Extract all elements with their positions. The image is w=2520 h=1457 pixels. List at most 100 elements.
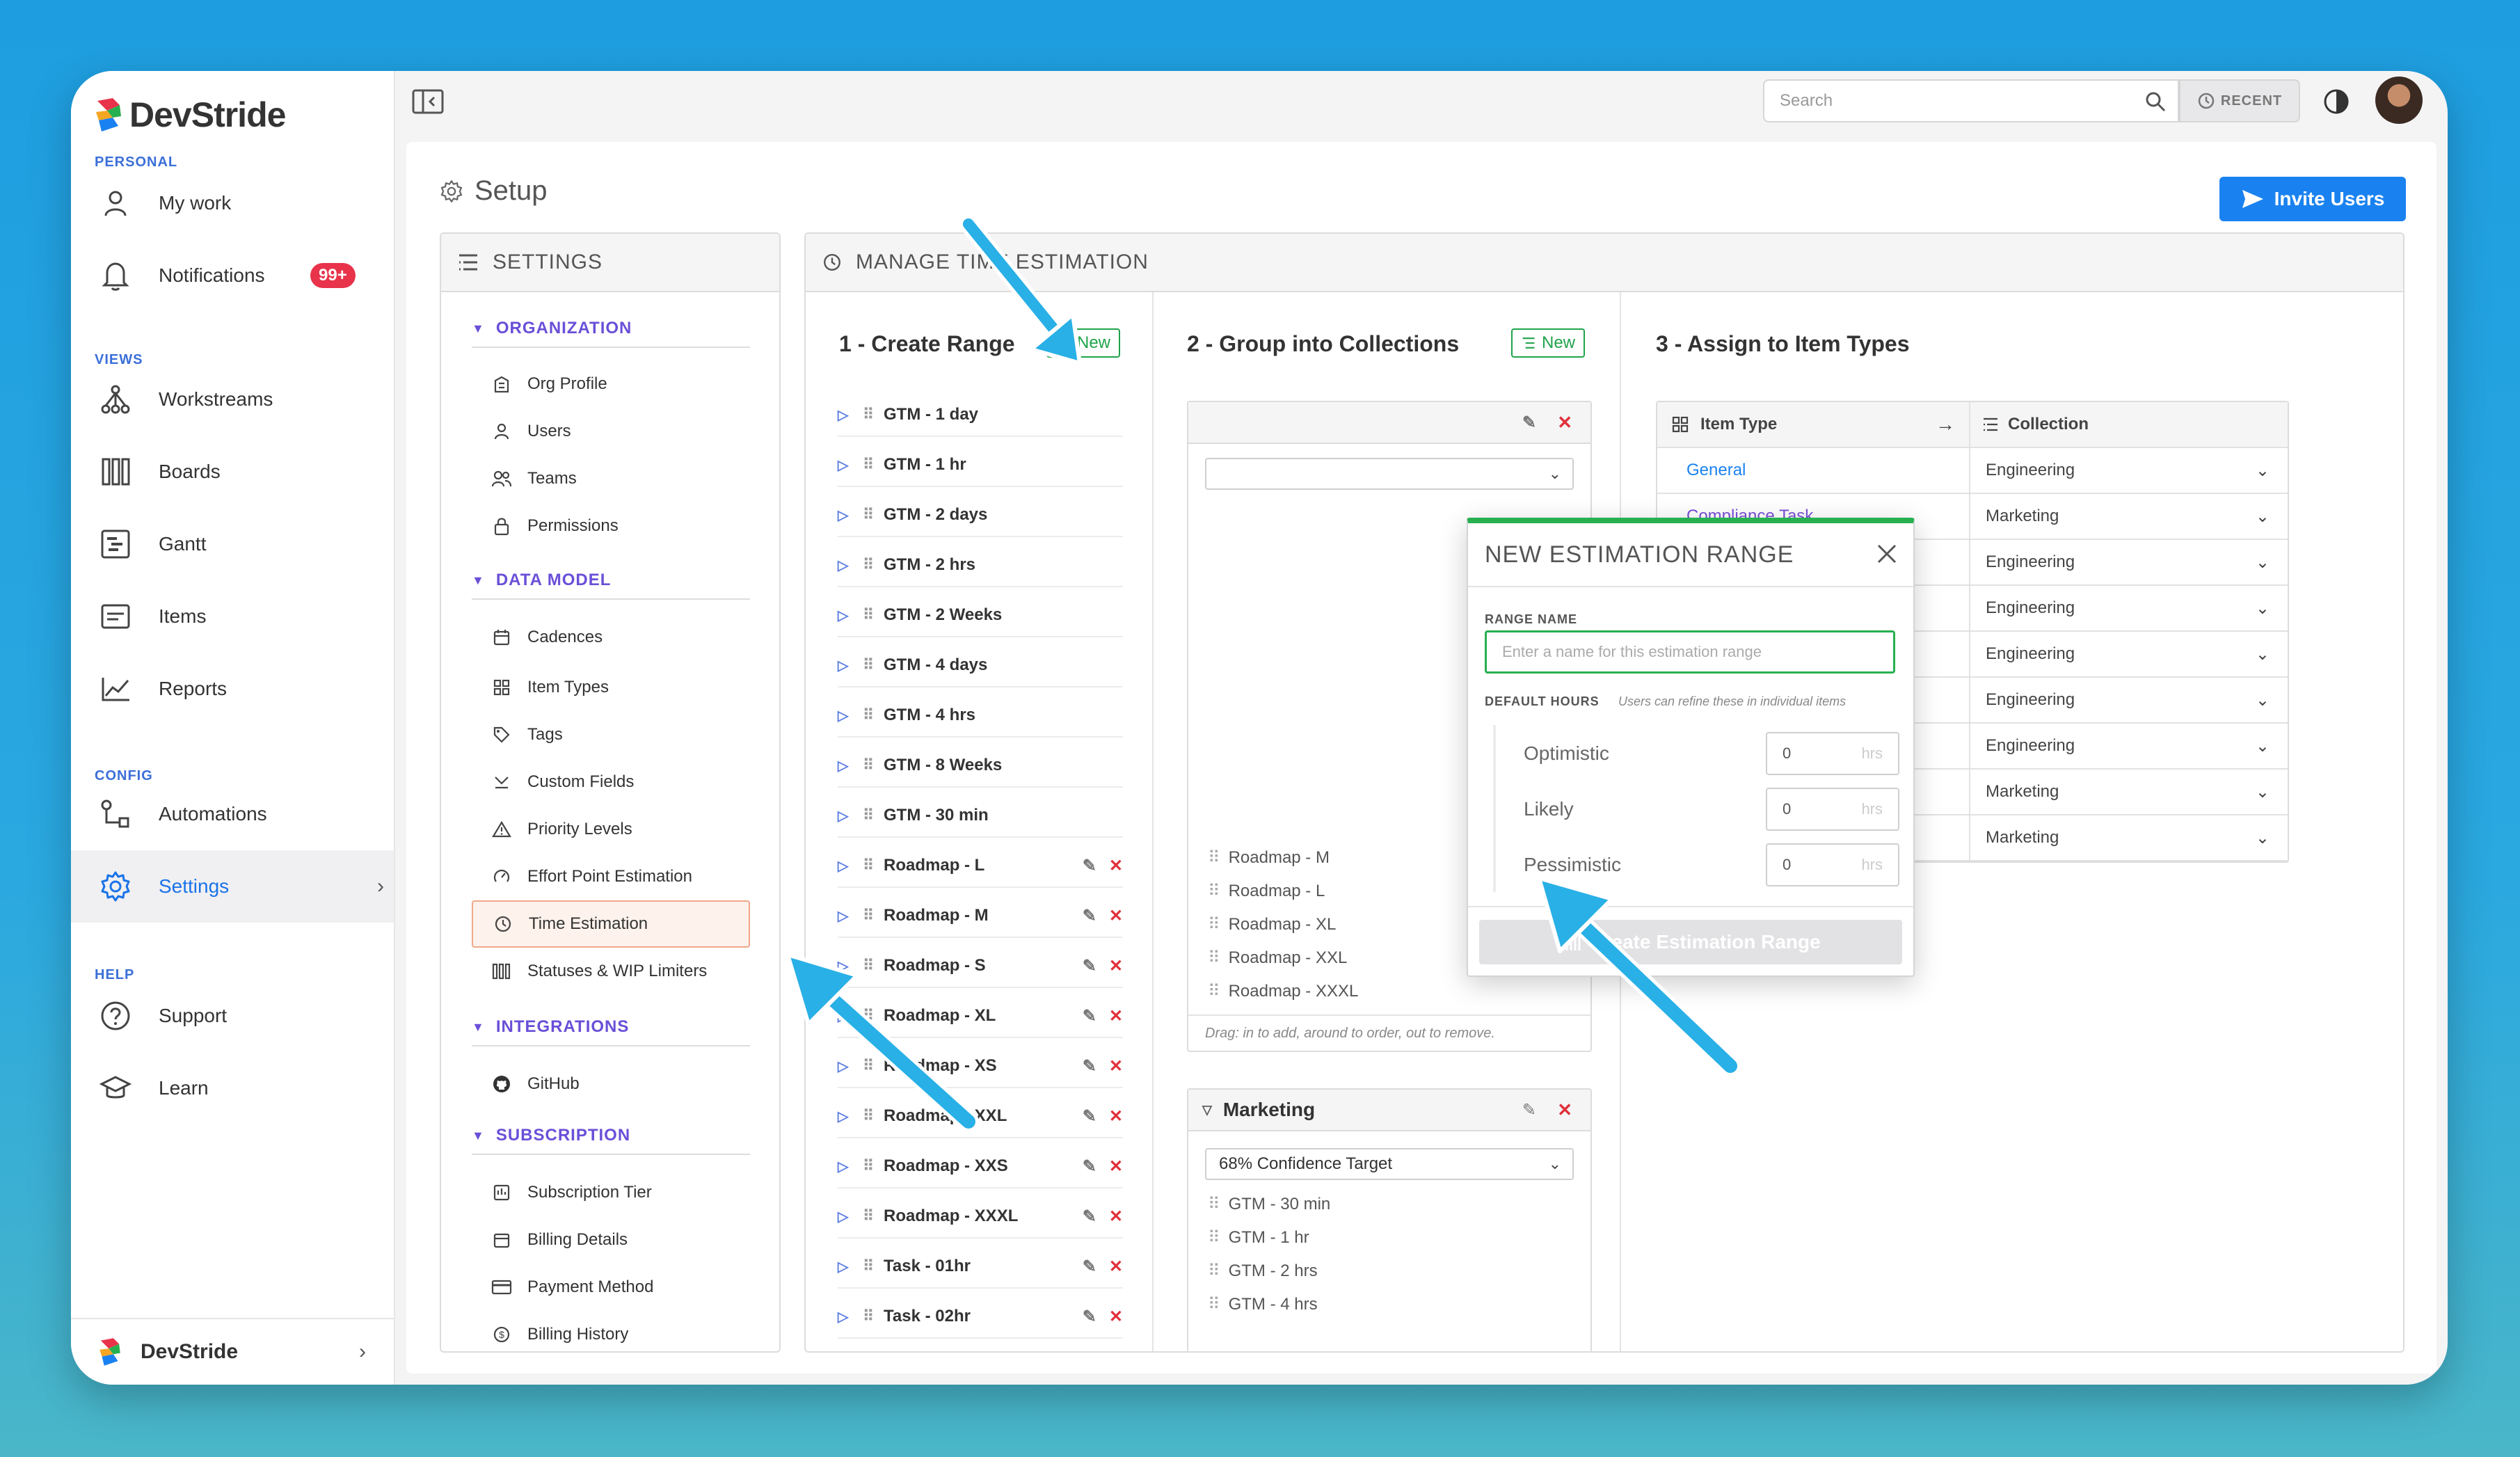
collapse-sidebar-icon[interactable] (412, 88, 447, 122)
search-input[interactable]: Search (1763, 79, 2179, 122)
range-row[interactable]: ▷ ⠿ GTM - 4 hrs (838, 694, 1123, 738)
delete-icon[interactable]: ✕ (1109, 956, 1123, 976)
collection-item[interactable]: ⠿ Roadmap - L (1208, 881, 1325, 901)
drag-handle-icon[interactable]: ⠿ (1208, 882, 1220, 900)
expand-icon[interactable]: ▷ (838, 807, 863, 825)
drag-handle-icon[interactable]: ⠿ (863, 706, 884, 724)
collection-item[interactable]: ⠿ GTM - 30 min (1208, 1194, 1330, 1214)
collection-item[interactable]: ⠿ GTM - 1 hr (1208, 1227, 1309, 1248)
range-name-input[interactable]: Enter a name for this estimation range (1485, 630, 1895, 674)
sidebar-item-workstreams[interactable]: Workstreams (71, 363, 394, 436)
edit-icon[interactable]: ✎ (1083, 956, 1096, 976)
range-row[interactable]: ▷ ⠿ GTM - 2 Weeks (838, 594, 1123, 637)
sidebar-item-support[interactable]: Support (71, 980, 394, 1052)
collection-item[interactable]: ⠿ GTM - 2 hrs (1208, 1261, 1318, 1281)
delete-icon[interactable]: ✕ (1109, 1307, 1123, 1327)
drag-handle-icon[interactable]: ⠿ (863, 406, 884, 424)
expand-icon[interactable]: ▷ (838, 507, 863, 524)
drag-handle-icon[interactable]: ⠿ (1208, 982, 1220, 1001)
delete-icon[interactable]: ✕ (1109, 1207, 1123, 1227)
delete-icon[interactable]: ✕ (1109, 1156, 1123, 1177)
new-collection-button[interactable]: New (1511, 328, 1586, 358)
edit-icon[interactable]: ✎ (1522, 413, 1536, 433)
edit-icon[interactable]: ✎ (1083, 856, 1096, 876)
settings-item-teams[interactable]: Teams (472, 455, 750, 502)
item-type-cell[interactable]: General (1657, 448, 1970, 493)
delete-icon[interactable]: ✕ (1109, 1056, 1123, 1076)
drag-handle-icon[interactable]: ⠿ (863, 1157, 884, 1175)
range-row[interactable]: ▷ ⠿ Task - 01hr ✎ ✕ (838, 1245, 1123, 1289)
delete-icon[interactable]: ✕ (1109, 1106, 1123, 1126)
expand-icon[interactable]: ▷ (838, 1208, 863, 1225)
range-row[interactable]: ▷ ⠿ Roadmap - XXXL ✎ ✕ (838, 1195, 1123, 1239)
range-row[interactable]: ▷ ⠿ Roadmap - XXS ✎ ✕ (838, 1145, 1123, 1188)
range-row[interactable]: ▷ ⠿ Roadmap - M ✎ ✕ (838, 895, 1123, 938)
delete-icon[interactable]: ✕ (1557, 412, 1572, 433)
drag-handle-icon[interactable]: ⠿ (863, 806, 884, 825)
range-row[interactable]: ▷ ⠿ GTM - 30 min (838, 795, 1123, 838)
edit-icon[interactable]: ✎ (1083, 1006, 1096, 1026)
expand-icon[interactable]: ▷ (838, 757, 863, 774)
collection-select[interactable]: Engineering ⌄ (1970, 540, 2288, 584)
settings-item-permissions[interactable]: Permissions (472, 502, 750, 550)
collection-select[interactable]: ⌄ (1205, 458, 1574, 490)
drag-handle-icon[interactable]: ⠿ (863, 556, 884, 574)
settings-item-payment-method[interactable]: Payment Method (472, 1264, 750, 1311)
search-icon[interactable] (2144, 90, 2167, 118)
drag-handle-icon[interactable]: ⠿ (863, 506, 884, 524)
group-data-model[interactable]: ▼ DATA MODEL (472, 571, 611, 590)
collection-select[interactable]: Marketing ⌄ (1970, 815, 2288, 860)
settings-item-users[interactable]: Users (472, 408, 750, 455)
drag-handle-icon[interactable]: ⠿ (863, 456, 884, 474)
expand-icon[interactable]: ▷ (838, 857, 863, 875)
drag-handle-icon[interactable]: ⠿ (863, 756, 884, 774)
range-row[interactable]: ▷ ⠿ GTM - 2 days (838, 494, 1123, 537)
range-row[interactable]: ▷ ⠿ GTM - 8 Weeks (838, 745, 1123, 788)
drag-handle-icon[interactable]: ⠿ (863, 907, 884, 925)
collection-select[interactable]: Marketing ⌄ (1970, 770, 2288, 814)
pessimistic-input[interactable]: 0 hrs (1766, 843, 1899, 886)
likely-input[interactable]: 0 hrs (1766, 788, 1899, 831)
collection-select[interactable]: Marketing ⌄ (1970, 494, 2288, 539)
collection-item[interactable]: ⠿ Roadmap - XXXL (1208, 981, 1358, 1001)
logo[interactable]: DevStride (92, 83, 286, 146)
expand-icon[interactable]: ▷ (838, 1258, 863, 1275)
delete-icon[interactable]: ✕ (1557, 1099, 1572, 1121)
delete-icon[interactable]: ✕ (1109, 856, 1123, 876)
drag-handle-icon[interactable]: ⠿ (1208, 1228, 1220, 1247)
edit-icon[interactable]: ✎ (1083, 1156, 1096, 1177)
expand-icon[interactable]: ▷ (838, 557, 863, 574)
collection-select[interactable]: Engineering ⌄ (1970, 678, 2288, 722)
expand-icon[interactable]: ▷ (838, 456, 863, 474)
expand-icon[interactable]: ▷ (838, 1308, 863, 1325)
range-row[interactable]: ▷ ⠿ GTM - 2 hrs (838, 544, 1123, 587)
settings-item-priority-levels[interactable]: Priority Levels (472, 806, 750, 853)
expand-icon[interactable]: ▷ (838, 607, 863, 624)
settings-item-item-types[interactable]: Item Types (472, 664, 750, 711)
range-row[interactable]: ▷ ⠿ Task - 02hr ✎ ✕ (838, 1296, 1123, 1339)
settings-item-time-estimation[interactable]: Time Estimation (472, 900, 750, 948)
sidebar-item-automations[interactable]: Automations (71, 778, 394, 850)
recent-button[interactable]: RECENT (2179, 79, 2300, 122)
avatar[interactable] (2375, 77, 2423, 124)
range-row[interactable]: ▷ ⠿ Roadmap - L ✎ ✕ (838, 845, 1123, 888)
optimistic-input[interactable]: 0 hrs (1766, 732, 1899, 775)
settings-item-billing-history[interactable]: $ Billing History (472, 1311, 750, 1358)
group-organization[interactable]: ▼ ORGANIZATION (472, 319, 632, 338)
group-subscription[interactable]: ▼ SUBSCRIPTION (472, 1126, 630, 1145)
settings-item-tags[interactable]: Tags (472, 711, 750, 758)
drag-handle-icon[interactable]: ⠿ (863, 606, 884, 624)
collection-header[interactable]: ▽ Marketing ✎ ✕ (1188, 1090, 1590, 1131)
expand-icon[interactable]: ▷ (838, 406, 863, 424)
sidebar-item-reports[interactable]: Reports (71, 653, 394, 725)
settings-item-org-profile[interactable]: Org Profile (472, 360, 750, 408)
edit-icon[interactable]: ✎ (1083, 1257, 1096, 1277)
collection-item[interactable]: ⠿ Roadmap - XL (1208, 914, 1336, 934)
range-row[interactable]: ▷ ⠿ GTM - 1 hr (838, 444, 1123, 487)
workspace-switcher[interactable]: DevStride › (71, 1318, 394, 1385)
edit-icon[interactable]: ✎ (1522, 1100, 1536, 1120)
drag-handle-icon[interactable]: ⠿ (1208, 915, 1220, 934)
theme-toggle-icon[interactable] (2322, 88, 2350, 119)
drag-handle-icon[interactable]: ⠿ (863, 857, 884, 875)
collection-item[interactable]: ⠿ Roadmap - XXL (1208, 948, 1347, 968)
